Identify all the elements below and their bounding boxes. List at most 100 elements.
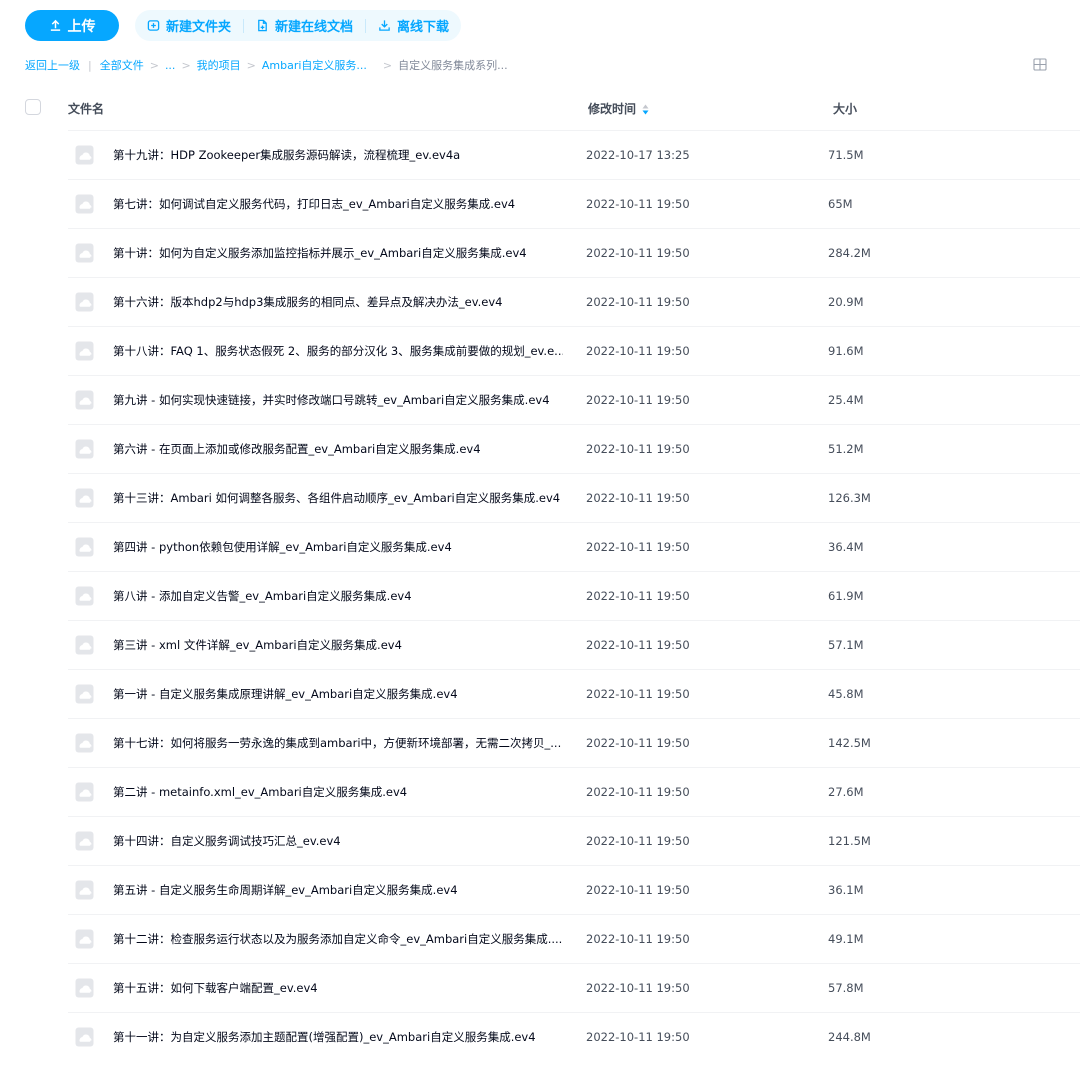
toolbar-divider <box>365 18 367 33</box>
offline-download-label: 离线下载 <box>397 20 450 35</box>
upload-button[interactable]: 上传 <box>25 10 119 41</box>
table-row[interactable]: 第十九讲：HDP Zookeeper集成服务源码解读，流程梳理_ev.ev4a 2… <box>68 130 1080 179</box>
breadcrumb-item-my-projects[interactable]: 我的项目 <box>197 57 241 73</box>
file-icon <box>75 194 94 214</box>
file-name[interactable]: 第三讲 - xml 文件详解_ev_Ambari自定义服务集成.ev4 <box>113 621 563 669</box>
toolbar-divider <box>243 18 245 33</box>
table-row[interactable]: 第十六讲：版本hdp2与hdp3集成服务的相同点、差异点及解决办法_ev.ev4… <box>68 277 1080 326</box>
file-size: 142.5M <box>828 736 871 750</box>
table-row[interactable]: 第五讲 - 自定义服务生命周期详解_ev_Ambari自定义服务集成.ev4 20… <box>68 865 1080 914</box>
file-icon <box>75 1027 94 1047</box>
upload-label: 上传 <box>67 18 96 35</box>
file-modified-time: 2022-10-11 19:50 <box>586 442 690 456</box>
file-name[interactable]: 第十一讲：为自定义服务添加主题配置(增强配置)_ev_Ambari自定义服务集成… <box>113 1013 563 1061</box>
table-row[interactable]: 第七讲：如何调试自定义服务代码，打印日志_ev_Ambari自定义服务集成.ev… <box>68 179 1080 228</box>
table-row[interactable]: 第十二讲：检查服务运行状态以及为服务添加自定义命令_ev_Ambari自定义服务… <box>68 914 1080 963</box>
offline-download-button[interactable]: 离线下载 <box>378 16 449 35</box>
toolbar: 上传 新建文件夹 新建在线文档 离线下载 <box>25 10 462 41</box>
file-modified-time: 2022-10-11 19:50 <box>586 197 690 211</box>
file-modified-time: 2022-10-11 19:50 <box>586 736 690 750</box>
grid-view-icon[interactable] <box>1033 58 1047 71</box>
file-modified-time: 2022-10-11 19:50 <box>586 1030 690 1044</box>
new-folder-label: 新建文件夹 <box>166 20 232 35</box>
file-modified-time: 2022-10-11 19:50 <box>586 393 690 407</box>
file-name[interactable]: 第二讲 - metainfo.xml_ev_Ambari自定义服务集成.ev4 <box>113 768 563 816</box>
file-modified-time: 2022-10-11 19:50 <box>586 246 690 260</box>
breadcrumb-separator: > <box>181 58 191 72</box>
file-size: 36.1M <box>828 883 864 897</box>
file-size: 51.2M <box>828 442 864 456</box>
file-size: 45.8M <box>828 687 864 701</box>
file-modified-time: 2022-10-11 19:50 <box>586 932 690 946</box>
table-row[interactable]: 第三讲 - xml 文件详解_ev_Ambari自定义服务集成.ev4 2022-… <box>68 620 1080 669</box>
file-size: 36.4M <box>828 540 864 554</box>
file-name[interactable]: 第十五讲：如何下载客户端配置_ev.ev4 <box>113 964 563 1012</box>
breadcrumb-item-all-files[interactable]: 全部文件 <box>100 57 144 73</box>
file-size: 284.2M <box>828 246 871 260</box>
file-size: 20.9M <box>828 295 864 309</box>
table-row[interactable]: 第一讲 - 自定义服务集成原理讲解_ev_Ambari自定义服务集成.ev4 20… <box>68 669 1080 718</box>
file-icon <box>75 978 94 998</box>
file-modified-time: 2022-10-11 19:50 <box>586 834 690 848</box>
file-name[interactable]: 第十讲：如何为自定义服务添加监控指标并展示_ev_Ambari自定义服务集成.e… <box>113 229 563 277</box>
table-row[interactable]: 第十一讲：为自定义服务添加主题配置(增强配置)_ev_Ambari自定义服务集成… <box>68 1012 1080 1061</box>
breadcrumb: 返回上一级 | 全部文件 > ... > 我的项目 > Ambari自定义服务.… <box>25 57 508 73</box>
file-modified-time: 2022-10-17 13:25 <box>586 148 690 162</box>
table-row[interactable]: 第十七讲：如何将服务一劳永逸的集成到ambari中，方便新环境部署，无需二次拷贝… <box>68 718 1080 767</box>
download-icon <box>379 20 390 31</box>
sort-icon[interactable] <box>642 104 649 115</box>
column-header-size[interactable]: 大小 <box>833 100 857 117</box>
file-icon <box>75 145 94 165</box>
file-modified-time: 2022-10-11 19:50 <box>586 589 690 603</box>
file-name[interactable]: 第十六讲：版本hdp2与hdp3集成服务的相同点、差异点及解决办法_ev.ev4 <box>113 278 563 326</box>
file-modified-time: 2022-10-11 19:50 <box>586 883 690 897</box>
file-name[interactable]: 第七讲：如何调试自定义服务代码，打印日志_ev_Ambari自定义服务集成.ev… <box>113 180 563 228</box>
file-name[interactable]: 第六讲 - 在页面上添加或修改服务配置_ev_Ambari自定义服务集成.ev4 <box>113 425 563 473</box>
breadcrumb-item-ellipsis[interactable]: ... <box>165 59 176 72</box>
file-name[interactable]: 第八讲 - 添加自定义告警_ev_Ambari自定义服务集成.ev4 <box>113 572 563 620</box>
file-size: 57.1M <box>828 638 864 652</box>
column-header-name[interactable]: 文件名 <box>68 100 104 117</box>
file-icon <box>75 929 94 949</box>
file-icon <box>75 831 94 851</box>
action-group: 新建文件夹 新建在线文档 离线下载 <box>135 10 462 41</box>
column-header-modified[interactable]: 修改时间 <box>588 100 649 117</box>
file-name[interactable]: 第十七讲：如何将服务一劳永逸的集成到ambari中，方便新环境部署，无需二次拷贝… <box>113 719 563 767</box>
table-row[interactable]: 第六讲 - 在页面上添加或修改服务配置_ev_Ambari自定义服务集成.ev4… <box>68 424 1080 473</box>
file-size: 126.3M <box>828 491 871 505</box>
file-name[interactable]: 第十九讲：HDP Zookeeper集成服务源码解读，流程梳理_ev.ev4a <box>113 131 563 179</box>
file-size: 121.5M <box>828 834 871 848</box>
new-doc-button[interactable]: 新建在线文档 <box>256 16 353 35</box>
table-row[interactable]: 第十讲：如何为自定义服务添加监控指标并展示_ev_Ambari自定义服务集成.e… <box>68 228 1080 277</box>
file-size: 27.6M <box>828 785 864 799</box>
file-icon <box>75 586 94 606</box>
new-folder-button[interactable]: 新建文件夹 <box>147 16 231 35</box>
file-name[interactable]: 第一讲 - 自定义服务集成原理讲解_ev_Ambari自定义服务集成.ev4 <box>113 670 563 718</box>
file-icon <box>75 488 94 508</box>
file-icon <box>75 782 94 802</box>
table-row[interactable]: 第十八讲：FAQ 1、服务状态假死 2、服务的部分汉化 3、服务集成前要做的规划… <box>68 326 1080 375</box>
select-all-checkbox[interactable] <box>25 99 41 115</box>
file-size: 244.8M <box>828 1030 871 1044</box>
back-link[interactable]: 返回上一级 <box>25 57 80 73</box>
file-name[interactable]: 第十三讲：Ambari 如何调整各服务、各组件启动顺序_ev_Ambari自定义… <box>113 474 563 522</box>
file-name[interactable]: 第九讲 - 如何实现快速链接，并实时修改端口号跳转_ev_Ambari自定义服务… <box>113 376 563 424</box>
file-size: 91.6M <box>828 344 864 358</box>
table-row[interactable]: 第十三讲：Ambari 如何调整各服务、各组件启动顺序_ev_Ambari自定义… <box>68 473 1080 522</box>
file-name[interactable]: 第十二讲：检查服务运行状态以及为服务添加自定义命令_ev_Ambari自定义服务… <box>113 915 563 963</box>
breadcrumb-item-ambari[interactable]: Ambari自定义服务... <box>262 57 367 73</box>
table-row[interactable]: 第十四讲：自定义服务调试技巧汇总_ev.ev4 2022-10-11 19:50 1… <box>68 816 1080 865</box>
file-name[interactable]: 第五讲 - 自定义服务生命周期详解_ev_Ambari自定义服务集成.ev4 <box>113 866 563 914</box>
file-name[interactable]: 第十四讲：自定义服务调试技巧汇总_ev.ev4 <box>113 817 563 865</box>
table-row[interactable]: 第四讲 - python依赖包使用详解_ev_Ambari自定义服务集成.ev4… <box>68 522 1080 571</box>
table-row[interactable]: 第十五讲：如何下载客户端配置_ev.ev4 2022-10-11 19:50 57.… <box>68 963 1080 1012</box>
upload-icon <box>50 19 60 31</box>
table-row[interactable]: 第八讲 - 添加自定义告警_ev_Ambari自定义服务集成.ev4 2022-1… <box>68 571 1080 620</box>
table-row[interactable]: 第九讲 - 如何实现快速链接，并实时修改端口号跳转_ev_Ambari自定义服务… <box>68 375 1080 424</box>
breadcrumb-separator: > <box>149 58 159 72</box>
file-name[interactable]: 第十八讲：FAQ 1、服务状态假死 2、服务的部分汉化 3、服务集成前要做的规划… <box>113 327 563 375</box>
file-list-header: 文件名 修改时间 大小 <box>0 92 1080 124</box>
file-name[interactable]: 第四讲 - python依赖包使用详解_ev_Ambari自定义服务集成.ev4 <box>113 523 563 571</box>
file-icon <box>75 537 94 557</box>
table-row[interactable]: 第二讲 - metainfo.xml_ev_Ambari自定义服务集成.ev4 2… <box>68 767 1080 816</box>
